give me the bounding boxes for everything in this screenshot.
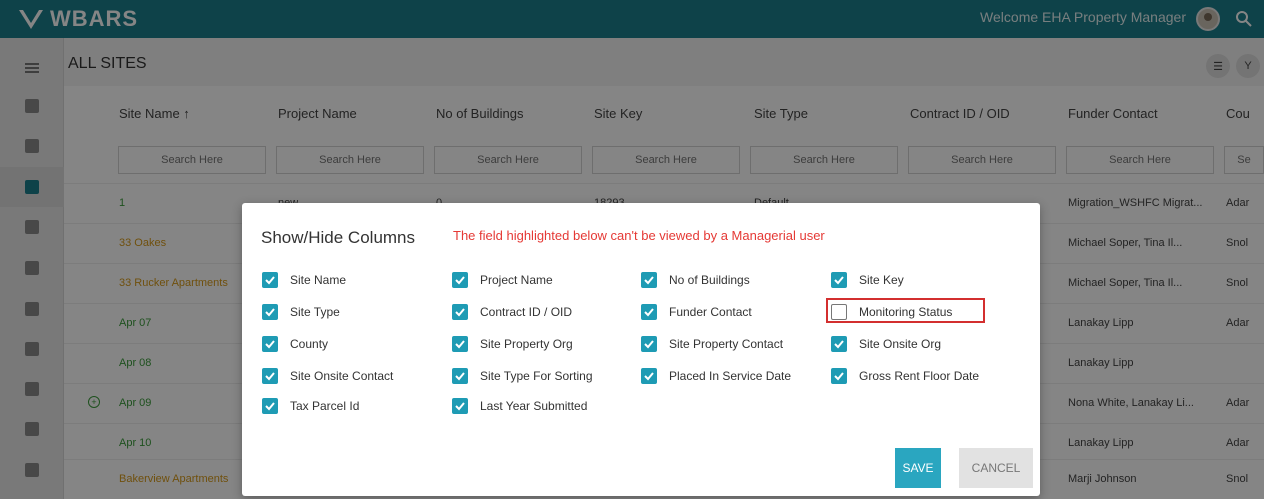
- checkbox-checked-icon[interactable]: [831, 368, 847, 384]
- option-label: Funder Contact: [669, 305, 752, 319]
- option-label: Site Onsite Org: [859, 337, 942, 351]
- checkbox-checked-icon[interactable]: [641, 336, 657, 352]
- option-label: Last Year Submitted: [480, 399, 588, 413]
- dialog-title: Show/Hide Columns: [261, 228, 416, 247]
- option-county[interactable]: County: [262, 334, 328, 354]
- option-site-property-contact[interactable]: Site Property Contact: [641, 334, 783, 354]
- option-site-type-for-sorting[interactable]: Site Type For Sorting: [452, 366, 593, 386]
- checkbox-checked-icon[interactable]: [452, 304, 468, 320]
- option-site-onsite-contact[interactable]: Site Onsite Contact: [262, 366, 393, 386]
- checkbox-checked-icon[interactable]: [452, 398, 468, 414]
- option-tax-parcel-id[interactable]: Tax Parcel Id: [262, 396, 359, 416]
- option-label: No of Buildings: [669, 273, 750, 287]
- checkbox-checked-icon[interactable]: [641, 272, 657, 288]
- option-funder-contact[interactable]: Funder Contact: [641, 302, 752, 322]
- option-label: Placed In Service Date: [669, 369, 792, 383]
- checkbox-checked-icon[interactable]: [452, 368, 468, 384]
- checkbox-checked-icon[interactable]: [641, 368, 657, 384]
- option-label: Site Key: [859, 273, 904, 287]
- dialog-warning: The field highlighted below can't be vie…: [453, 228, 825, 243]
- option-contract-id-oid[interactable]: Contract ID / OID: [452, 302, 572, 322]
- checkbox-checked-icon[interactable]: [452, 336, 468, 352]
- option-label: Project Name: [480, 273, 553, 287]
- checkbox-checked-icon[interactable]: [262, 368, 278, 384]
- show-hide-columns-dialog: Show/Hide Columns The field highlighted …: [242, 203, 1040, 496]
- option-label: Site Type: [290, 305, 340, 319]
- option-site-onsite-org[interactable]: Site Onsite Org: [831, 334, 941, 354]
- option-label: Contract ID / OID: [480, 305, 573, 319]
- option-placed-in-service-date[interactable]: Placed In Service Date: [641, 366, 791, 386]
- checkbox-checked-icon[interactable]: [641, 304, 657, 320]
- option-label: Site Type For Sorting: [480, 369, 593, 383]
- option-site-type[interactable]: Site Type: [262, 302, 340, 322]
- option-label: Tax Parcel Id: [290, 399, 360, 413]
- option-last-year-submitted[interactable]: Last Year Submitted: [452, 396, 587, 416]
- option-site-name[interactable]: Site Name: [262, 270, 346, 290]
- option-project-name[interactable]: Project Name: [452, 270, 553, 290]
- checkbox-checked-icon[interactable]: [262, 304, 278, 320]
- restricted-field-highlight: [826, 298, 985, 323]
- option-label: Site Name: [290, 273, 347, 287]
- option-gross-rent-floor-date[interactable]: Gross Rent Floor Date: [831, 366, 979, 386]
- option-site-key[interactable]: Site Key: [831, 270, 904, 290]
- checkbox-checked-icon[interactable]: [831, 272, 847, 288]
- checkbox-checked-icon[interactable]: [262, 336, 278, 352]
- option-no-of-buildings[interactable]: No of Buildings: [641, 270, 750, 290]
- option-label: Site Property Org: [480, 337, 573, 351]
- cancel-button[interactable]: CANCEL: [959, 448, 1033, 488]
- checkbox-checked-icon[interactable]: [831, 336, 847, 352]
- option-label: Site Property Contact: [669, 337, 784, 351]
- option-site-property-org[interactable]: Site Property Org: [452, 334, 573, 354]
- save-button[interactable]: SAVE: [895, 448, 941, 488]
- checkbox-checked-icon[interactable]: [262, 272, 278, 288]
- checkbox-checked-icon[interactable]: [452, 272, 468, 288]
- option-label: County: [290, 337, 329, 351]
- checkbox-checked-icon[interactable]: [262, 398, 278, 414]
- option-label: Site Onsite Contact: [290, 369, 394, 383]
- option-label: Gross Rent Floor Date: [859, 369, 980, 383]
